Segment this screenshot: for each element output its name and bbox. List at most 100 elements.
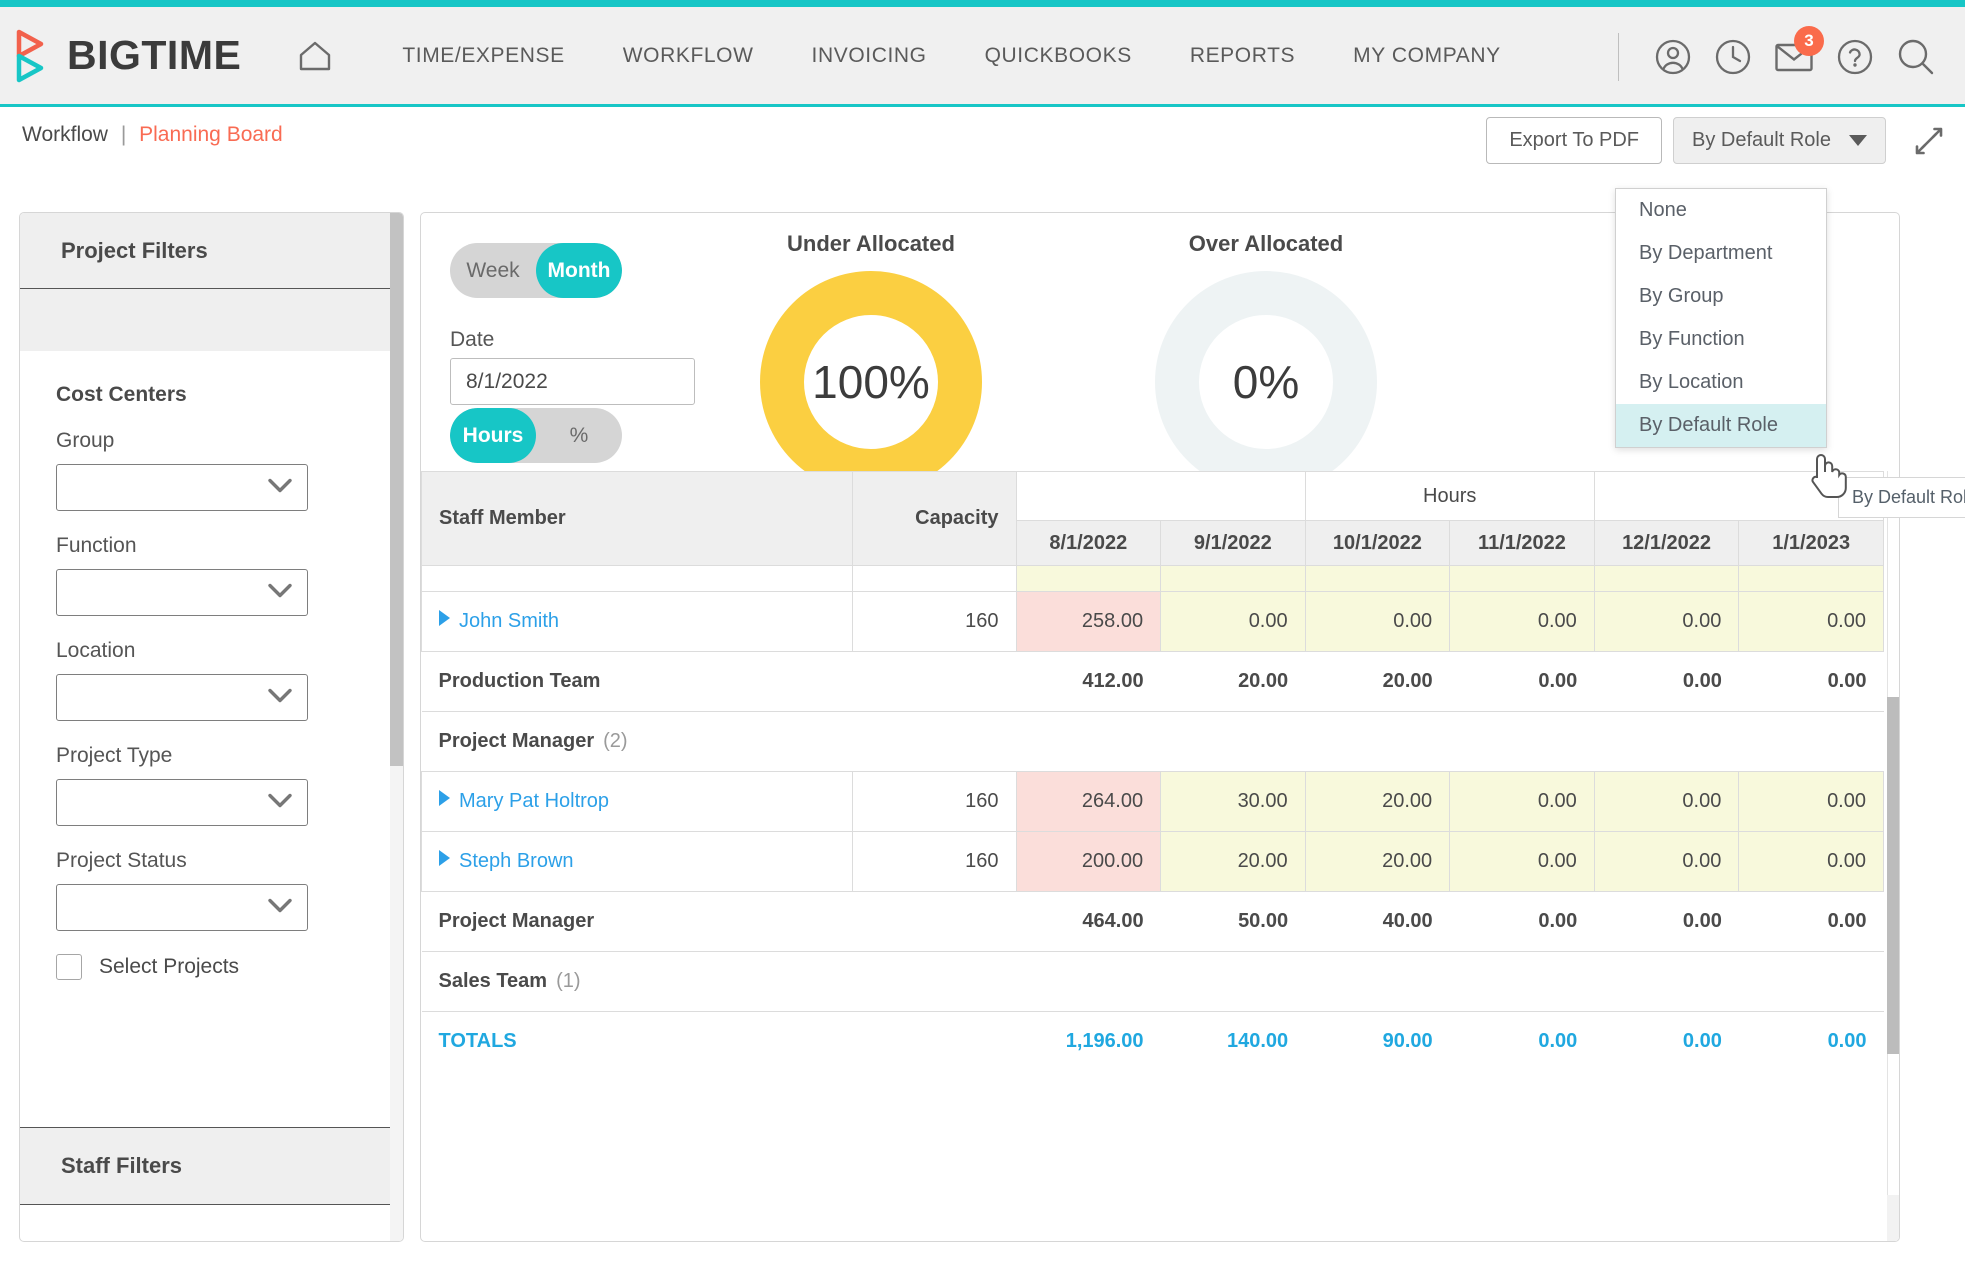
date-field-label: Date [450,328,495,351]
col-staff-member[interactable]: Staff Member [421,471,854,566]
staff-name-link[interactable]: Mary Pat Holtrop [459,790,609,812]
nav-item-workflow[interactable]: WORKFLOW [594,44,783,68]
hours-cell[interactable]: 0.00 [1738,771,1884,832]
col-date-3[interactable]: 11/1/2022 [1449,520,1595,566]
hours-cell[interactable]: 0.00 [1449,591,1595,652]
hours-cell[interactable] [1449,565,1595,592]
chevron-down-icon [267,687,293,708]
nav-item-invoicing[interactable]: INVOICING [783,44,956,68]
dropdown-option-by-default-role[interactable]: By Default Role [1616,404,1826,447]
staff-filters-header[interactable]: Staff Filters [20,1127,403,1205]
sidebar-scrollbar-thumb[interactable] [390,213,403,766]
toolbar-actions: Export To PDF By Default Role [1486,117,1948,164]
col-date-5[interactable]: 1/1/2023 [1738,520,1884,566]
dropdown-option-by-group[interactable]: By Group [1616,275,1826,318]
table-row[interactable]: Mary Pat Holtrop 160 264.00 30.00 20.00 0.00 0… [421,771,1884,832]
period-toggle-week[interactable]: Week [450,243,536,298]
mail-icon[interactable]: 3 [1774,26,1824,74]
function-select[interactable] [56,569,308,616]
unit-toggle-percent[interactable]: % [536,408,622,463]
period-toggle-month[interactable]: Month [536,243,622,298]
nav-item-time-expense[interactable]: TIME/EXPENSE [373,44,593,68]
group-by-dropdown-button[interactable]: By Default Role [1673,117,1886,164]
hours-cell[interactable]: 0.00 [1738,831,1884,892]
hours-cell[interactable]: 258.00 [1015,591,1162,652]
unit-toggle-hours[interactable]: Hours [450,408,536,463]
hours-cell[interactable]: 0.00 [1738,591,1884,652]
hours-cell[interactable]: 0.00 [1593,831,1740,892]
hours-cell[interactable]: 20.00 [1160,831,1306,892]
select-projects-label: Select Projects [99,955,240,978]
period-toggle[interactable]: Week Month [450,243,622,298]
table-row[interactable]: John Smith 160 258.00 0.00 0.00 0.00 0.00 0.00 [421,591,1884,652]
col-date-1[interactable]: 9/1/2022 [1160,520,1306,566]
unit-toggle[interactable]: Hours % [450,408,622,463]
project-filters-header[interactable]: Project Filters [20,213,403,289]
table-scrollbar-track[interactable] [1887,471,1899,1241]
hours-cell[interactable]: 0.00 [1449,771,1595,832]
breadcrumb-current[interactable]: Planning Board [139,123,283,146]
project-status-select[interactable] [56,884,308,931]
hours-cell[interactable] [1015,565,1162,592]
chevron-down-icon [267,582,293,603]
breadcrumb-root[interactable]: Workflow [22,123,108,146]
hours-cell[interactable] [1593,565,1740,592]
expand-triangle-icon[interactable] [439,790,450,806]
table-row[interactable]: Steph Brown 160 200.00 20.00 20.00 0.00 0.00 0.… [421,831,1884,892]
dropdown-option-by-function[interactable]: By Function [1616,318,1826,361]
nav-item-quickbooks[interactable]: QUICKBOOKS [956,44,1161,68]
expand-triangle-icon[interactable] [439,610,450,626]
under-allocated-value: 100% [812,356,930,408]
col-capacity[interactable]: Capacity [852,471,1017,566]
hours-cell[interactable] [1304,565,1451,592]
dropdown-option-by-department[interactable]: By Department [1616,232,1826,275]
col-date-4[interactable]: 12/1/2022 [1593,520,1740,566]
hours-cell[interactable]: 264.00 [1015,771,1162,832]
nav-item-my-company[interactable]: MY COMPANY [1324,44,1530,68]
hours-cell[interactable]: 20.00 [1304,831,1451,892]
home-icon[interactable] [297,39,333,73]
hours-cell[interactable]: 200.00 [1015,831,1162,892]
table-scrollbar-thumb[interactable] [1887,697,1899,1054]
subtotal-hours-cell: 0.00 [1449,651,1595,712]
group-header-row[interactable]: Sales Team (1) [421,951,1884,1012]
help-icon[interactable] [1836,38,1874,76]
hours-cell[interactable] [1738,565,1884,592]
staff-name-link[interactable]: Steph Brown [459,850,574,872]
hours-cell[interactable]: 30.00 [1160,771,1306,832]
staff-name-link[interactable]: John Smith [459,610,559,632]
hours-cell[interactable]: 0.00 [1593,771,1740,832]
main-nav: TIME/EXPENSE WORKFLOW INVOICING QUICKBOO… [373,44,1529,68]
hours-cell[interactable]: 20.00 [1304,771,1451,832]
hours-cell[interactable]: 0.00 [1160,591,1306,652]
export-to-pdf-button[interactable]: Export To PDF [1486,117,1663,164]
hours-cell[interactable] [1160,565,1306,592]
capacity-cell: 160 [852,771,1017,832]
date-input[interactable] [450,358,695,405]
hours-cell[interactable]: 0.00 [1449,831,1595,892]
group-header-row[interactable]: Project Manager (2) [421,711,1884,772]
dropdown-option-none[interactable]: None [1616,189,1826,232]
hours-cell[interactable]: 0.00 [1304,591,1451,652]
project-type-select[interactable] [56,779,308,826]
group-by-tooltip: By Default Role [1838,477,1965,518]
nav-item-reports[interactable]: REPORTS [1161,44,1324,68]
chevron-down-icon [267,477,293,498]
expand-arrows-icon[interactable] [1910,122,1948,160]
col-date-2[interactable]: 10/1/2022 [1304,520,1451,566]
search-icon[interactable] [1896,37,1936,77]
subtotal-label: Project Manager [421,891,853,952]
dropdown-option-by-location[interactable]: By Location [1616,361,1826,404]
expand-triangle-icon[interactable] [439,850,450,866]
user-account-icon[interactable] [1654,38,1692,76]
group-select[interactable] [56,464,308,511]
select-projects-checkbox[interactable] [56,954,82,980]
col-date-0[interactable]: 8/1/2022 [1015,520,1162,566]
sidebar-scrollbar-track[interactable] [390,213,403,1241]
clock-icon[interactable] [1714,38,1752,76]
header-divider [1618,33,1619,81]
hours-cell[interactable]: 0.00 [1593,591,1740,652]
location-select[interactable] [56,674,308,721]
totals-hours-cell: 0.00 [1682,1030,1722,1053]
logo[interactable]: BIGTIME [14,29,241,83]
